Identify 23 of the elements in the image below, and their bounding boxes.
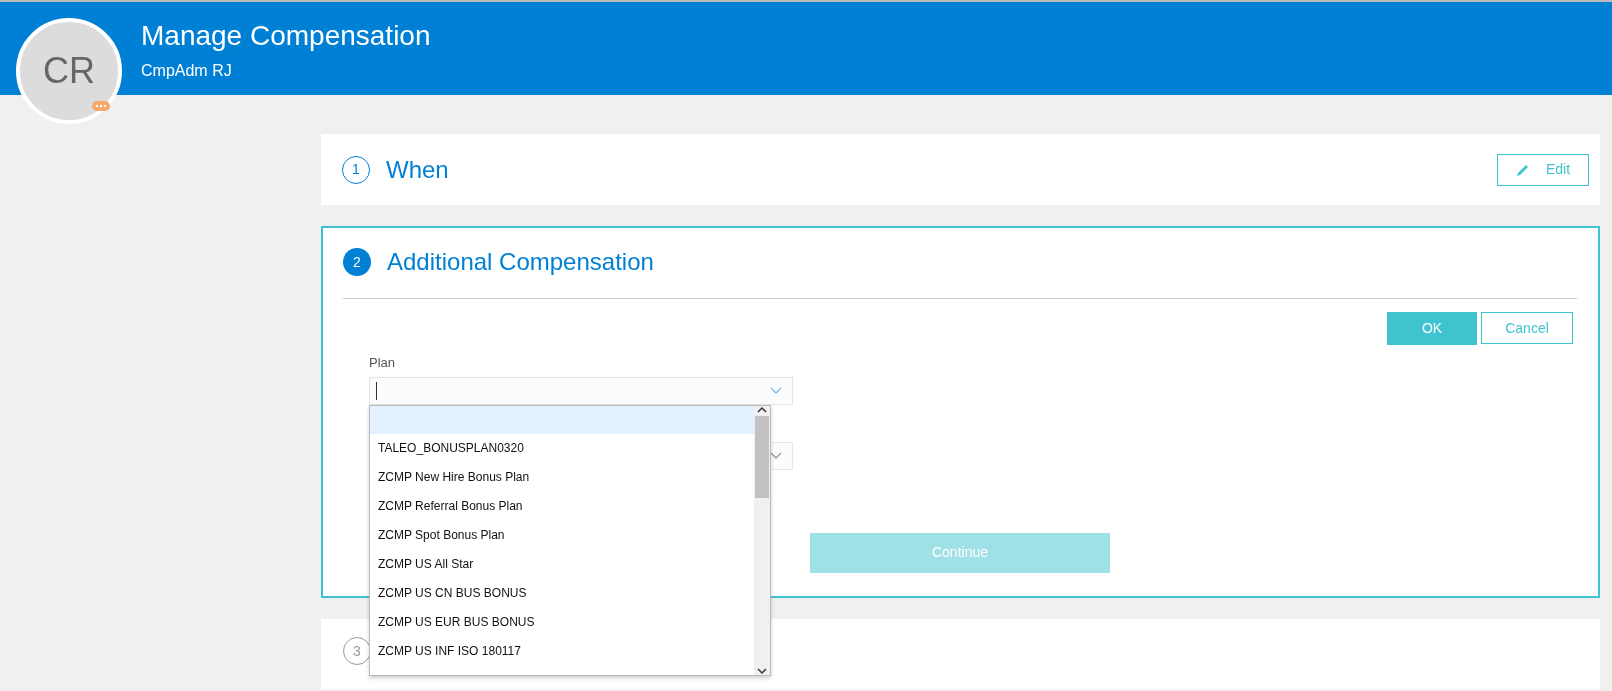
step-title: When — [386, 154, 449, 185]
dropdown-option[interactable]: ZCMP Spot Bonus Plan — [370, 520, 754, 550]
text-cursor — [376, 381, 377, 400]
step-title: Additional Compensation — [387, 247, 654, 277]
field-label: Plan — [369, 354, 397, 372]
dropdown-option[interactable]: ZCMP US EUR BUS BONUS — [370, 607, 754, 637]
dropdown-option[interactable]: ZCMP US INF ISO 180117 — [370, 636, 754, 666]
dropdown-option[interactable]: ZCMP Referral Bonus Plan — [370, 491, 754, 521]
scroll-down-icon — [757, 666, 767, 675]
page-title: Manage Compensation — [141, 20, 432, 52]
more-icon — [92, 101, 110, 111]
dropdown-option[interactable]: ZCMP US All Star — [370, 549, 754, 579]
step-number: 2 — [343, 248, 371, 276]
user-name: CmpAdm RJ — [141, 61, 233, 81]
plan-select-field[interactable] — [369, 376, 793, 405]
scrollbar-thumb[interactable] — [755, 415, 769, 498]
pencil-icon — [1515, 162, 1530, 177]
scrollbar[interactable] — [754, 405, 770, 675]
scroll-up-icon — [757, 405, 767, 414]
chevron-down-icon — [770, 387, 782, 394]
dropdown-option[interactable]: TALEO_BONUSPLAN0320 — [370, 433, 754, 463]
dropdown-option[interactable]: ZCMP New Hire Bonus Plan — [370, 462, 754, 492]
dropdown-option[interactable]: ZCMP US CN BUS BONUS — [370, 578, 754, 608]
